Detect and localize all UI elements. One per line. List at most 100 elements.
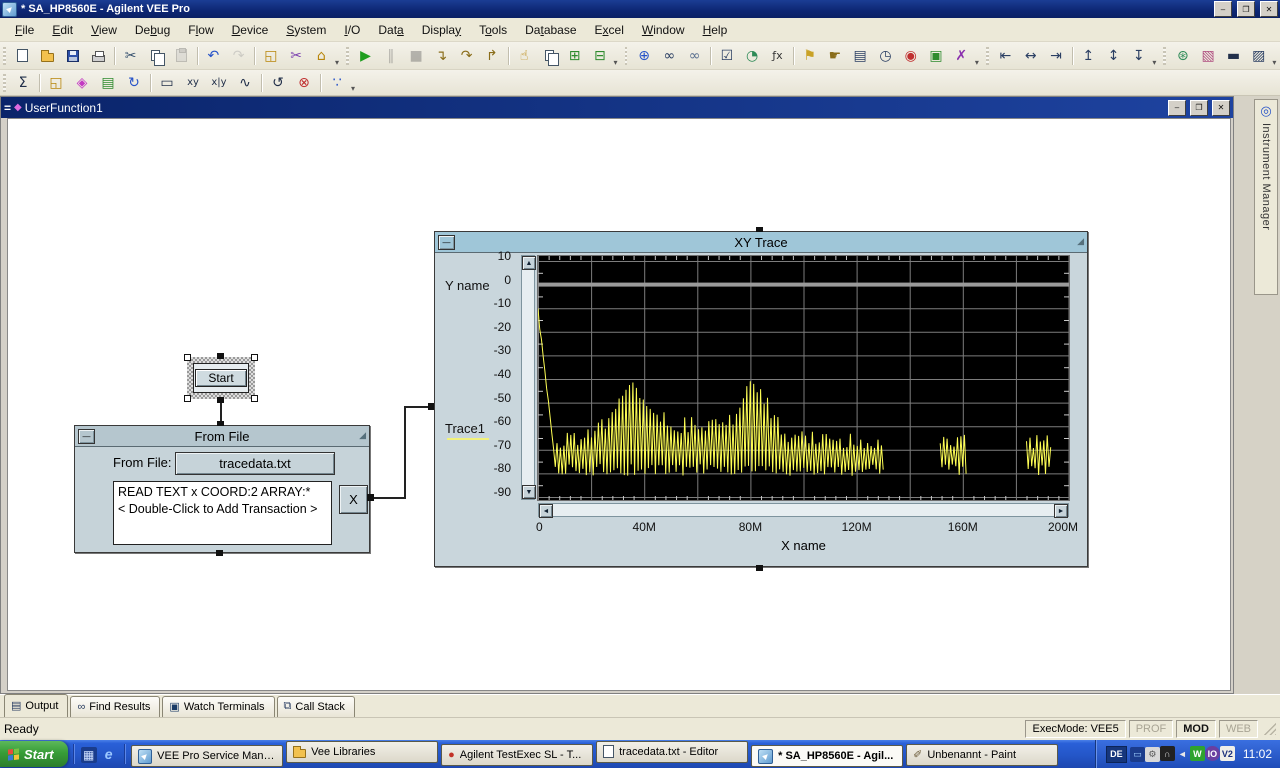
menu-edit[interactable]: Edit [43, 20, 82, 40]
xy-display-icon[interactable]: xy [181, 72, 205, 94]
align-right-icon[interactable]: ⇥ [1044, 45, 1067, 67]
toolbar-drag-handle[interactable] [3, 74, 6, 92]
y-scrollbar[interactable]: ▲ ▼ [521, 255, 535, 500]
program-canvas[interactable]: Start — From File ◢ From File: tracedata… [7, 118, 1231, 691]
fromfile-title-bar[interactable]: — From File ◢ [75, 426, 369, 447]
transaction-line[interactable]: < Double-Click to Add Transaction > [118, 501, 327, 518]
toolbar-overflow-icon[interactable]: ▾ [335, 58, 339, 67]
taskbar-button-unbenannt-paint[interactable]: ✐Unbenannt - Paint [906, 744, 1058, 766]
home-icon[interactable]: ⌂ [310, 45, 333, 67]
breakpoint-off-icon[interactable]: ⊟ [588, 45, 611, 67]
fromfile-sequence-out-pin[interactable] [216, 550, 223, 556]
call-function-icon[interactable]: ↺ [266, 72, 290, 94]
xytrace-resize-icon[interactable]: ◢ [1077, 236, 1084, 247]
new-document-icon[interactable] [11, 45, 34, 67]
maximize-button[interactable]: ❐ [1237, 1, 1255, 17]
waveform-display-icon[interactable]: ∿ [233, 72, 257, 94]
scroll-up-icon[interactable]: ▲ [522, 256, 536, 270]
delete-breakpoints-icon[interactable]: ✗ [950, 45, 973, 67]
report-icon[interactable]: ▧ [1197, 45, 1220, 67]
menu-io[interactable]: I/O [335, 20, 369, 40]
output-console-icon[interactable]: ▤ [849, 45, 872, 67]
menu-view[interactable]: View [82, 20, 126, 40]
image-view-icon[interactable]: ▨ [1247, 45, 1270, 67]
panel-view-icon[interactable]: ▬ [1222, 45, 1245, 67]
menu-flow[interactable]: Flow [179, 20, 222, 40]
from-file-object[interactable]: — From File ◢ From File: tracedata.txt R… [74, 425, 370, 553]
toolbar-overflow-icon[interactable]: ▾ [351, 84, 355, 93]
instrument-manager-tab[interactable]: ◎ Instrument Manager [1254, 99, 1278, 295]
menu-window[interactable]: Window [633, 20, 694, 40]
align-left-icon[interactable]: ⇤ [994, 45, 1017, 67]
panel-icon[interactable]: ▭ [155, 72, 179, 94]
align-bottom-icon[interactable]: ↧ [1127, 45, 1150, 67]
selection-handle[interactable] [251, 354, 258, 361]
data-objects-icon[interactable]: ▤ [96, 72, 120, 94]
x-scrollbar[interactable]: ◄ ► [538, 503, 1069, 517]
step-over-icon[interactable]: ↷ [455, 45, 478, 67]
fromfile-filename-button[interactable]: tracedata.txt [175, 452, 335, 475]
tab-output[interactable]: ▤Output [4, 694, 68, 717]
audio-device-icon[interactable]: ∩ [1160, 746, 1175, 761]
menu-data[interactable]: Data [369, 20, 412, 40]
toolbar-overflow-icon[interactable]: ▾ [975, 58, 979, 67]
user-object-icon[interactable]: ◱ [44, 72, 68, 94]
toolbar-drag-handle[interactable] [986, 47, 989, 65]
close-button[interactable]: ✕ [1260, 1, 1278, 17]
breakpoint-on-icon[interactable]: ⊞ [563, 45, 586, 67]
zoom-fit-icon[interactable]: ⊕ [632, 45, 655, 67]
uf-restore-button[interactable]: ❐ [1190, 100, 1208, 116]
scroll-right-icon[interactable]: ► [1054, 504, 1068, 518]
align-middle-icon[interactable]: ↕ [1102, 45, 1125, 67]
undo-icon[interactable]: ↶ [202, 45, 225, 67]
xytrace-title-bar[interactable]: — XY Trace ◢ [435, 232, 1087, 253]
open-folder-icon[interactable] [36, 45, 59, 67]
menu-device[interactable]: Device [223, 20, 278, 40]
start-sequence-in-pin[interactable] [217, 353, 224, 359]
menu-debug[interactable]: Debug [126, 20, 179, 40]
toolbar-drag-handle[interactable] [625, 47, 628, 65]
taskbar-button-vee-libraries[interactable]: Vee Libraries [286, 741, 438, 763]
print-icon[interactable] [87, 45, 110, 67]
menu-display[interactable]: Display [413, 20, 470, 40]
step-out-icon[interactable]: ↱ [480, 45, 503, 67]
xytrace-minimize-icon[interactable]: — [438, 235, 455, 250]
menu-database[interactable]: Database [516, 20, 585, 40]
call-stack-icon[interactable] [538, 45, 561, 67]
flag-icon[interactable]: ⚑ [798, 45, 821, 67]
tools-icon[interactable]: ⚙ [1145, 747, 1160, 762]
toolbar-drag-handle[interactable] [1163, 47, 1166, 65]
data-flow-icon[interactable]: ∵ [325, 72, 349, 94]
menu-help[interactable]: Help [694, 20, 737, 40]
tab-find-results[interactable]: ∞Find Results [70, 696, 160, 717]
cut-icon[interactable]: ✂ [119, 45, 142, 67]
userfunction-title-bar[interactable]: = ◆ UserFunction1 – ❐ ✕ [1, 97, 1233, 118]
menu-excel[interactable]: Excel [586, 20, 633, 40]
xy-plot[interactable] [538, 256, 1069, 500]
fromfile-resize-icon[interactable]: ◢ [359, 430, 366, 441]
taskbar-button-sa-hp8560e-agil[interactable]: ▶* SA_HP8560E - Agil... [751, 745, 903, 767]
find-in-files-icon[interactable]: ∞ [683, 45, 706, 67]
formula-icon[interactable]: Σ [11, 72, 35, 94]
toolbar-overflow-icon[interactable]: ▾ [614, 58, 618, 67]
taskbar-button-agilent-testexec-sl-t[interactable]: ●Agilent TestExec SL - T... [441, 744, 593, 766]
io-icon[interactable]: IO [1205, 746, 1220, 761]
delete-object-icon[interactable]: ⊗ [292, 72, 316, 94]
object-menu-icon[interactable]: = [4, 101, 11, 115]
volume-icon[interactable]: ◄ [1175, 746, 1190, 761]
step-into-icon[interactable]: ↴ [430, 45, 453, 67]
selection-handle[interactable] [184, 395, 191, 402]
menu-system[interactable]: System [277, 20, 335, 40]
scroll-left-icon[interactable]: ◄ [539, 504, 553, 518]
save-icon[interactable] [61, 45, 84, 67]
run-icon[interactable]: ▶ [354, 45, 377, 67]
align-top-icon[interactable]: ↥ [1077, 45, 1100, 67]
menu-tools[interactable]: Tools [470, 20, 516, 40]
user-function-icon[interactable]: ◈ [70, 72, 94, 94]
toolbar-overflow-icon[interactable]: ▾ [1272, 58, 1276, 67]
xy-trace-object[interactable]: — XY Trace ◢ Y name Trace1 100-10-20-30-… [434, 231, 1088, 567]
toolbar-drag-handle[interactable] [3, 47, 6, 65]
wire-cut-icon[interactable]: ✂ [284, 45, 307, 67]
start-object[interactable]: Start [187, 357, 255, 399]
default-preferences-icon[interactable]: ☑ [715, 45, 738, 67]
